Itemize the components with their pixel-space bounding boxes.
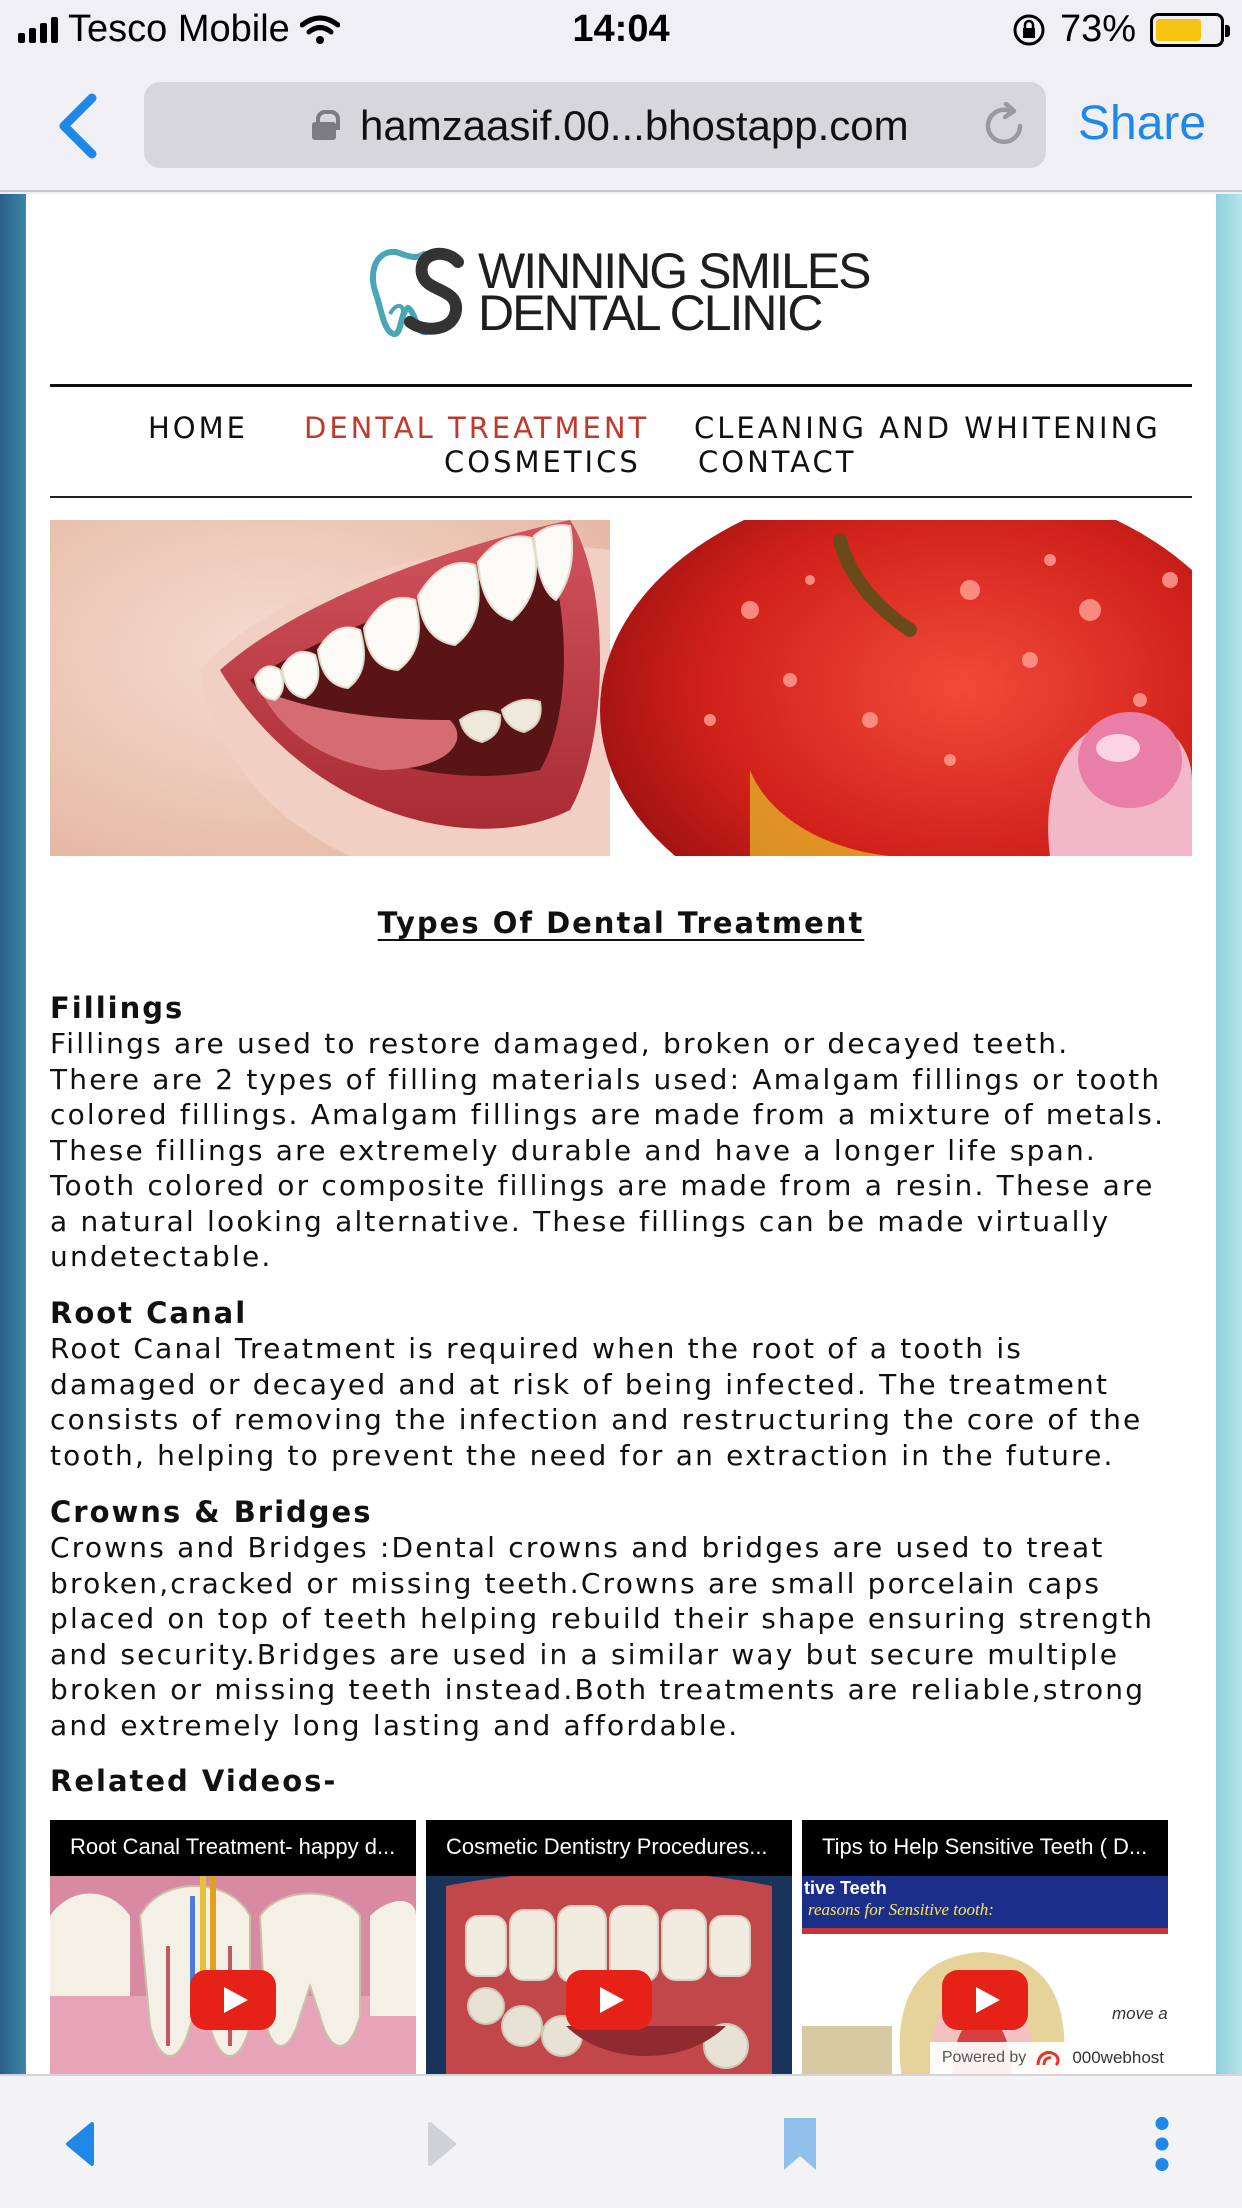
browser-url-bar: hamzaasif.00...bhostapp.com Share bbox=[0, 62, 1242, 192]
video-title[interactable]: Root Canal Treatment- happy d... bbox=[50, 1820, 416, 1876]
treatment-text-line: and extremely long lasting and affordabl… bbox=[50, 1708, 740, 1742]
battery-percent: 73% bbox=[1059, 8, 1136, 50]
video-thumbnail-text: reasons for Sensitive tooth: bbox=[808, 1900, 994, 1919]
treatment-text-line: Tooth colored or composite fillings are … bbox=[50, 1169, 1155, 1202]
treatment-text-line: damaged or decayed and at risk of being … bbox=[50, 1367, 1110, 1401]
forward-triangle-icon[interactable] bbox=[422, 2116, 462, 2172]
treatment-text-line: consists of removing the infection and r… bbox=[50, 1403, 1143, 1436]
youtube-play-icon[interactable] bbox=[942, 1970, 1028, 2030]
treatment-text-line: Crowns and Bridges :Dental crowns and br… bbox=[50, 1531, 1105, 1564]
status-bar: Tesco Mobile 14:04 73% bbox=[0, 0, 1242, 62]
treatment-text-line: broken or missing teeth instead.Both tre… bbox=[50, 1673, 1146, 1706]
back-chevron-icon[interactable] bbox=[48, 86, 108, 166]
youtube-play-icon[interactable] bbox=[190, 1970, 276, 2030]
treatment-title: Root Canal bbox=[50, 1296, 248, 1330]
more-menu-icon[interactable] bbox=[1142, 2116, 1182, 2172]
main-nav: HOME DENTAL TREATMENT CLEANING AND WHITE… bbox=[50, 384, 1192, 498]
bookmark-icon[interactable] bbox=[780, 2116, 820, 2172]
treatment-text-line: undetectable. bbox=[50, 1240, 273, 1273]
orientation-lock-icon bbox=[1013, 14, 1045, 45]
treatment-text-line: and security.Bridges are used in a simil… bbox=[50, 1637, 1120, 1671]
tooth-logo-icon bbox=[369, 248, 464, 337]
hero-banner-image bbox=[50, 520, 1192, 856]
share-button[interactable]: Share bbox=[1078, 96, 1206, 151]
address-text: hamzaasif.00...bhostapp.com bbox=[360, 102, 909, 149]
web-page: WINNING SMILES DENTAL CLINIC HOME DENTAL… bbox=[0, 194, 1242, 2074]
webhost-logo-icon bbox=[1036, 2051, 1060, 2067]
powered-by-text: Powered by bbox=[941, 2049, 1027, 2066]
logo-text-line2: DENTAL CLINIC bbox=[478, 285, 824, 341]
powered-by-brand: 000webhost bbox=[1072, 2048, 1164, 2067]
treatment-text-line: Fillings are used to restore damaged, br… bbox=[50, 1027, 1070, 1060]
treatment-crowns-bridges: Crowns & Bridges Crowns and Bridges :Den… bbox=[50, 1494, 1200, 1743]
video-title[interactable]: Tips to Help Sensitive Teeth ( D... bbox=[802, 1820, 1168, 1876]
treatment-title: Crowns & Bridges bbox=[50, 1495, 373, 1529]
page-content: WINNING SMILES DENTAL CLINIC HOME DENTAL… bbox=[26, 194, 1216, 2074]
video-thumbnail-text: move a bbox=[1112, 2004, 1168, 2023]
section-title: Types Of Dental Treatment bbox=[377, 906, 865, 940]
nav-dental-treatment[interactable]: DENTAL TREATMENT bbox=[304, 411, 649, 445]
battery-fill bbox=[1156, 18, 1202, 41]
video-title[interactable]: Cosmetic Dentistry Procedures... bbox=[426, 1820, 792, 1876]
youtube-play-icon[interactable] bbox=[566, 1970, 652, 2030]
treatment-text-line: broken,cracked or missing teeth.Crowns a… bbox=[50, 1566, 1102, 1600]
video-card-cosmetic-dentistry[interactable]: Cosmetic Dentistry Procedures... bbox=[426, 1820, 792, 2074]
nav-contact[interactable]: CONTACT bbox=[698, 445, 857, 479]
address-field[interactable]: hamzaasif.00...bhostapp.com bbox=[144, 82, 1046, 168]
treatment-text-line: colored fillings. Amalgam fillings are m… bbox=[50, 1098, 1166, 1131]
clinic-logo[interactable]: WINNING SMILES DENTAL CLINIC bbox=[366, 242, 926, 352]
treatment-text-line: There are 2 types of filling materials u… bbox=[50, 1062, 1162, 1096]
video-thumbnail-text: tive Teeth bbox=[804, 1878, 887, 1898]
treatment-text-line: placed on top of teeth helping rebuild t… bbox=[50, 1602, 1155, 1635]
powered-by-badge[interactable]: Powered by 000webhost bbox=[929, 2042, 1176, 2074]
browser-toolbar bbox=[0, 2074, 1242, 2208]
nav-cleaning-and-whitening[interactable]: CLEANING AND WHITENING bbox=[694, 411, 1161, 445]
related-videos-heading: Related Videos- bbox=[50, 1764, 338, 1798]
treatment-text-line: tooth, helping to prevent the need for a… bbox=[50, 1438, 1115, 1472]
treatment-text-line: These fillings are extremely durable and… bbox=[50, 1133, 1097, 1167]
treatment-root-canal: Root Canal Root Canal Treatment is requi… bbox=[50, 1295, 1200, 1473]
treatment-title: Fillings bbox=[50, 991, 185, 1025]
status-right: 73% bbox=[1012, 8, 1230, 51]
back-triangle-icon[interactable] bbox=[60, 2116, 100, 2172]
treatment-text-line: a natural looking alternative. These fil… bbox=[50, 1204, 1111, 1238]
video-card-root-canal[interactable]: Root Canal Treatment- happy d... bbox=[50, 1820, 416, 2074]
lock-icon bbox=[312, 110, 340, 140]
nav-home[interactable]: HOME bbox=[148, 411, 248, 445]
reload-icon[interactable] bbox=[980, 102, 1028, 150]
treatment-fillings: Fillings Fillings are used to restore da… bbox=[50, 990, 1200, 1275]
battery-icon bbox=[1150, 12, 1230, 47]
nav-cosmetics[interactable]: COSMETICS bbox=[444, 445, 641, 479]
treatment-text-line: Root Canal Treatment is required when th… bbox=[50, 1332, 1024, 1365]
video-card-sensitive-teeth[interactable]: Tips to Help Sensitive Teeth ( D... tive… bbox=[802, 1820, 1168, 2074]
